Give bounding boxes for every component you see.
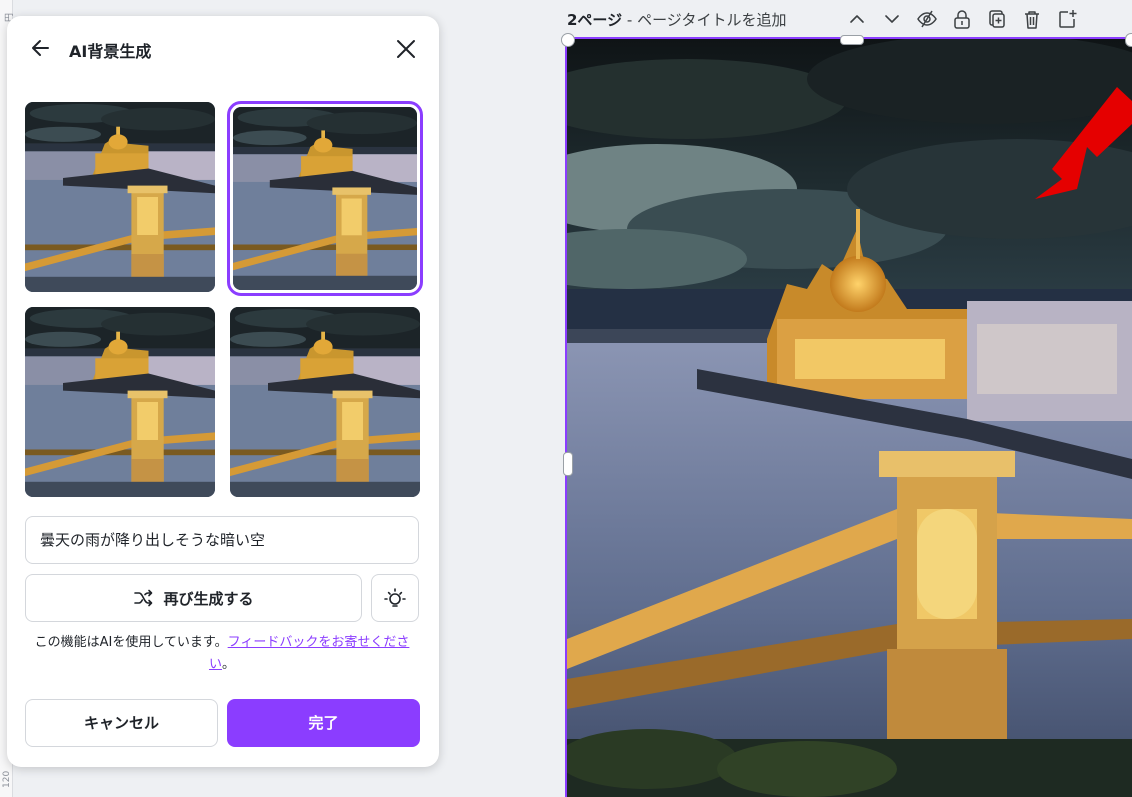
result-thumbnail-1[interactable] [25,102,215,292]
eye-hidden-icon[interactable] [916,8,938,30]
lock-icon[interactable] [951,8,973,30]
cancel-button[interactable]: キャンセル [25,699,218,747]
page-number: 2ページ [567,10,623,29]
page-title-placeholder[interactable]: ページタイトルを追加 [637,11,786,29]
panel-header: AI背景生成 [7,16,439,84]
disclaimer-end: 。 [222,657,236,672]
regenerate-label: 再び生成する [163,589,254,608]
ai-disclaimer: この機能はAIを使用しています。フィードバックをお寄せください。 [25,632,419,676]
resize-handle-top-right[interactable] [1125,33,1132,47]
resize-handle-top[interactable] [840,35,864,45]
design-canvas[interactable] [565,37,1132,797]
chevron-up-icon[interactable] [846,8,868,30]
feedback-link[interactable]: フィードバックをお寄せください [209,635,409,672]
prompt-input[interactable]: 曇天の雨が降り出しそうな暗い空 [25,516,419,564]
panel-title: AI背景生成 [69,42,152,61]
result-thumbnail-4[interactable] [230,307,420,497]
trash-icon[interactable] [1021,8,1043,30]
ai-background-panel: AI背景生成 曇天の雨が降り出しそうな暗い空 再び生成する この機能はAIを使用… [7,16,439,767]
duplicate-page-icon[interactable] [986,8,1008,30]
page-toolbar [846,8,1078,30]
disclaimer-text: この機能はAIを使用しています。 [34,635,228,650]
page-separator: - [622,10,638,29]
chevron-down-icon[interactable] [881,8,903,30]
result-thumbnail-3[interactable] [25,307,215,497]
result-thumbnail-2-selected[interactable] [227,101,423,296]
generated-background-image [567,39,1132,797]
page-label[interactable]: 2ページ - ページタイトルを追加 [567,9,787,30]
resize-handle-left[interactable] [563,452,573,476]
close-icon[interactable] [395,38,417,60]
done-button[interactable]: 完了 [227,699,420,747]
back-arrow-icon[interactable] [29,36,53,60]
page-title-bar[interactable]: 2ページ - ページタイトルを追加 [567,6,787,32]
add-page-icon[interactable] [1056,8,1078,30]
ruler-tick-bottom: 120 [2,770,12,788]
suggestion-button[interactable] [371,574,419,622]
lightbulb-icon [384,588,406,607]
shuffle-icon [134,589,153,607]
regenerate-button[interactable]: 再び生成する [25,574,362,622]
resize-handle-top-left[interactable] [561,33,575,47]
